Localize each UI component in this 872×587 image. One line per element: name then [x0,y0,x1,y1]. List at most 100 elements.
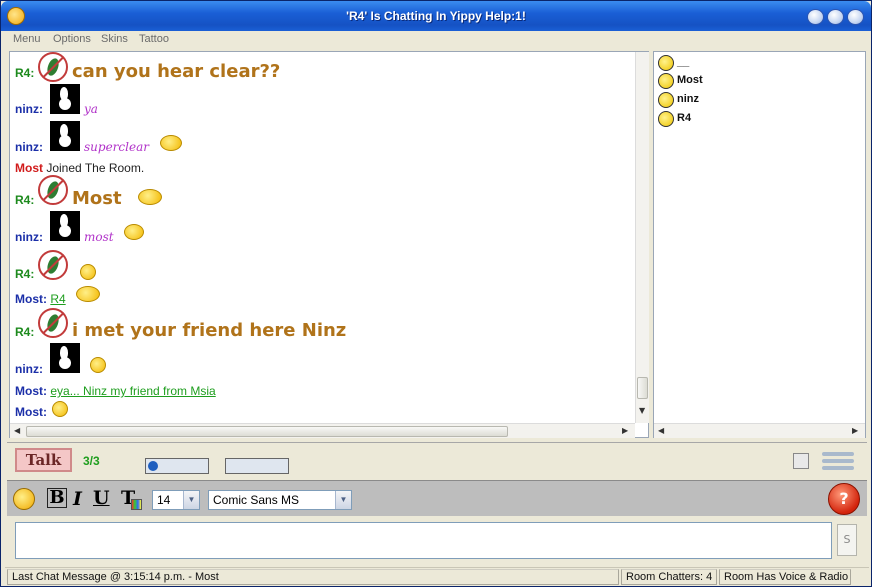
chat-message: Most: eya... Ninz my friend from Msia [15,384,216,398]
title-bar[interactable]: 'R4' Is Chatting In Yippy Help:1! [1,1,871,31]
text-color-button[interactable]: T [121,487,142,510]
chat-window: 'R4' Is Chatting In Yippy Help:1! Menu O… [0,0,872,587]
message-username[interactable]: Most [15,161,43,175]
message-text: can you hear clear?? [72,61,281,82]
message-username[interactable]: ninz: [15,140,43,154]
menu-options[interactable]: Options [53,33,91,45]
chat-message: R4: [15,325,34,339]
message-username[interactable]: ninz: [15,362,43,376]
chat-message: R4: [15,193,34,207]
chevron-down-icon[interactable]: ▼ [335,491,351,509]
mic-queue-count: 3/3 [83,454,100,468]
leaf-avatar-icon [38,308,68,338]
message-username[interactable]: Most: [15,292,47,306]
chat-message: ninz: [15,230,43,244]
message-username[interactable]: R4: [15,325,34,339]
chat-message: Most: [15,405,47,419]
message-text: superclear [84,140,149,154]
message-username[interactable]: Most: [15,384,47,398]
user-name[interactable]: R4 [677,112,691,124]
chat-message: Most: R4 [15,292,66,306]
message-username[interactable]: ninz: [15,230,43,244]
emoticon-icon [124,224,144,240]
user-list-horizontal-scrollbar[interactable]: ◀ ▶ [654,423,865,438]
message-username[interactable]: R4: [15,267,34,281]
emoticon-icon [138,189,162,205]
message-text[interactable]: eya... Ninz my friend from Msia [50,384,215,398]
chat-message: R4: [15,66,34,80]
chat-vertical-scrollbar[interactable]: ▼ [635,52,649,423]
user-headset-icon [658,111,674,127]
help-icon[interactable]: ? [828,483,860,515]
message-username[interactable]: ninz: [15,102,43,116]
chat-message: ninz: [15,102,43,116]
message-text: ya [84,102,98,116]
scroll-left-arrow-icon[interactable]: ◀ [658,426,664,435]
italic-button[interactable]: I [73,488,82,510]
scrollbar-thumb[interactable] [26,426,508,437]
leaf-avatar-icon [38,52,68,82]
message-username[interactable]: R4: [15,66,34,80]
scrollbar-thumb[interactable] [637,377,648,399]
send-button[interactable]: S [837,524,857,556]
menu-tattoo[interactable]: Tattoo [139,33,169,45]
bunny-avatar-icon [50,343,80,373]
emoticon-icon [80,264,96,280]
scroll-right-arrow-icon[interactable]: ▶ [622,426,628,435]
chat-message: ninz: [15,362,43,376]
emoticons-button[interactable] [13,488,35,510]
chat-history[interactable]: R4: can you hear clear?? ninz: ya ninz: … [9,51,649,438]
message-text: most [84,230,114,244]
user-name[interactable]: ninz [677,93,699,105]
chat-horizontal-scrollbar[interactable]: ◀ ▶ [10,423,635,438]
user-list[interactable]: __ Most ninz R4 ◀ ▶ [653,51,866,438]
bold-button[interactable]: B [47,488,67,508]
format-toolbar: B I U T 14 ▼ Comic Sans MS ▼ ? [7,480,867,516]
font-size-value: 14 [157,493,171,507]
font-family-select[interactable]: Comic Sans MS ▼ [208,490,352,510]
last-message-status: Last Chat Message @ 3:15:14 p.m. - Most [7,569,619,585]
message-text[interactable]: R4 [50,292,65,306]
message-text: Joined The Room. [46,161,145,175]
menu-skins[interactable]: Skins [101,33,128,45]
user-list-item[interactable]: R4 [658,111,858,128]
message-username[interactable]: R4: [15,193,34,207]
grin-emoticon-icon [52,401,68,417]
leaf-avatar-icon [38,175,68,205]
bunny-avatar-icon [50,121,80,151]
user-list-item[interactable]: Most [658,73,858,90]
message-text: i met your friend here Ninz [72,320,347,341]
message-input[interactable] [15,522,832,559]
mic-level-meter [145,458,209,474]
maximize-button[interactable] [827,9,844,25]
chat-message: ninz: [15,140,43,154]
user-headset-icon [658,73,674,89]
speaker-icon[interactable] [793,453,809,469]
scroll-left-arrow-icon[interactable]: ◀ [14,426,20,435]
menu-menu[interactable]: Menu [13,33,41,45]
talk-button[interactable]: Talk [15,448,72,472]
chevron-down-icon[interactable]: ▼ [183,491,199,509]
voice-bar: Talk 3/3 [7,442,867,478]
minimize-button[interactable] [807,9,824,25]
user-list-item[interactable]: ninz [658,92,858,109]
close-button[interactable] [847,9,864,25]
user-list-item[interactable]: __ [658,55,858,72]
chat-message: R4: [15,267,34,281]
user-headset-icon [658,55,674,71]
system-message: Most Joined The Room. [15,161,144,175]
message-text: Most [72,188,122,209]
underline-button[interactable]: U [93,487,110,509]
scroll-right-arrow-icon[interactable]: ▶ [852,426,858,435]
user-headset-icon [658,92,674,108]
message-username[interactable]: Most: [15,405,47,419]
menu-bar: Menu Options Skins Tattoo [5,31,869,49]
scroll-down-arrow-icon[interactable]: ▼ [639,406,645,415]
user-name[interactable]: Most [677,74,703,86]
emoticon-icon [90,357,106,373]
user-name[interactable]: __ [677,56,689,68]
volume-slider[interactable] [822,449,854,473]
room-voice-status: Room Has Voice & Radio [719,569,851,585]
font-family-value: Comic Sans MS [213,493,300,507]
font-size-select[interactable]: 14 ▼ [152,490,200,510]
